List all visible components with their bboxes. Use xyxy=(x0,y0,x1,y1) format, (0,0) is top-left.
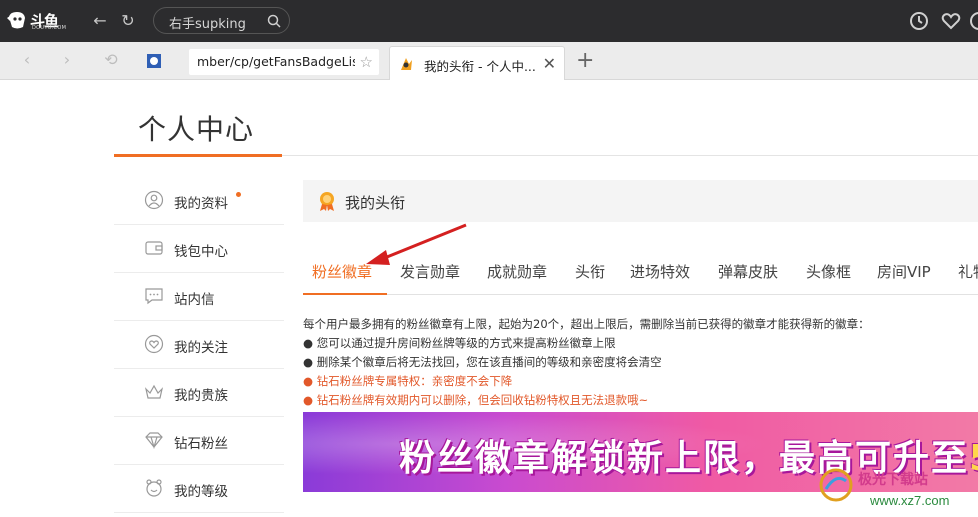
reload-icon[interactable]: ⟲ xyxy=(102,51,120,69)
search-input[interactable]: 右手supking xyxy=(169,13,246,32)
sidebar-item-nobility[interactable]: 我的贵族 xyxy=(114,369,284,417)
panel-header: 我的头衔 xyxy=(303,180,978,222)
browser-topbar: 斗鱼 DOUYU.COM ← ↻ 右手supking xyxy=(0,0,978,42)
logo-subtext: DOUYU.COM xyxy=(32,25,67,31)
rule-item: ● 删除某个徽章后将无法找回，您在该直播间的等级和亲密度将会清空 xyxy=(303,355,662,369)
search-box[interactable]: 右手supking xyxy=(153,7,290,34)
watermark-logo-icon xyxy=(819,468,853,502)
sidebar-item-diamond-fans[interactable]: 钻石粉丝 xyxy=(114,417,284,465)
tab-active[interactable]: 我的头衔 - 个人中... ✕ xyxy=(389,46,565,80)
douyu-logo-icon xyxy=(7,12,25,29)
sidebar-item-messages[interactable]: 站内信 xyxy=(114,273,284,321)
new-tab-icon[interactable]: + xyxy=(576,50,594,72)
tab-fan-badge[interactable]: 粉丝徽章 xyxy=(312,261,372,282)
message-icon xyxy=(145,288,163,305)
diamond-icon xyxy=(145,432,163,450)
sidebar-item-wallet[interactable]: 钱包中心 xyxy=(114,225,284,273)
page-title: 个人中心 xyxy=(138,113,255,146)
tab-speech-medal[interactable]: 发言勋章 xyxy=(400,261,460,282)
sidebar-item-profile[interactable]: 我的资料 xyxy=(114,177,284,225)
sidebar-item-label: 我的资料 xyxy=(174,196,228,212)
sidebar-item-label: 钻石粉丝 xyxy=(174,436,228,452)
level-icon xyxy=(146,479,162,497)
douyu-logo[interactable]: 斗鱼 DOUYU.COM xyxy=(6,8,66,32)
notification-dot xyxy=(236,192,241,197)
sidebar-item-label: 我的等级 xyxy=(174,484,228,500)
tab-favicon-icon xyxy=(401,58,412,70)
address-url[interactable]: mber/cp/getFansBadgeList xyxy=(197,54,355,69)
sidebar-item-label: 我的关注 xyxy=(174,340,228,356)
sidebar-item-label: 站内信 xyxy=(174,292,215,308)
rule-item-highlight: ● 钻石粉丝牌有效期内可以删除，但会回收钻粉特权且无法退款哦~ xyxy=(303,393,649,407)
watermark-text: 极光下载站 xyxy=(858,472,928,488)
tab-avatar-frame[interactable]: 头像框 xyxy=(806,261,851,282)
sidebar-item-level[interactable]: 我的等级 xyxy=(114,465,284,513)
user-icon xyxy=(144,190,164,210)
wallet-icon xyxy=(145,241,163,255)
active-tab-indicator xyxy=(303,293,387,295)
rule-item-highlight: ● 钻石粉丝牌专属特权：亲密度不会下降 xyxy=(303,374,513,388)
sidebar-item-follows[interactable]: 我的关注 xyxy=(114,321,284,369)
browser-tabbar: ‹ › ⟲ mber/cp/getFansBadgeList ☆ 我的头衔 - … xyxy=(0,42,978,80)
crown-icon xyxy=(144,384,164,399)
sidebar-item-label: 钱包中心 xyxy=(174,244,228,260)
medal-icon xyxy=(320,192,334,211)
back-icon[interactable]: ← xyxy=(90,11,110,31)
home-icon[interactable] xyxy=(145,52,163,70)
tab-title: 我的头衔 - 个人中... xyxy=(424,59,536,74)
heart-icon xyxy=(144,334,164,354)
refresh-icon[interactable]: ↻ xyxy=(118,11,138,31)
watermark: 极光下载站 www.xz7.com xyxy=(818,465,978,517)
rule-intro: 每个用户最多拥有的粉丝徽章有上限，起始为20个，超出上限后，需删除当前已获得的徽… xyxy=(303,317,870,331)
badge-tabs: 粉丝徽章 发言勋章 成就勋章 头衔 进场特效 弹幕皮肤 头像框 房间VIP 礼物 xyxy=(303,257,978,295)
address-bar[interactable]: mber/cp/getFansBadgeList ☆ xyxy=(189,49,379,75)
tab-danmaku-skin[interactable]: 弹幕皮肤 xyxy=(718,261,778,282)
search-icon[interactable] xyxy=(267,14,281,28)
watermark-url: www.xz7.com xyxy=(870,493,950,508)
close-icon[interactable]: ✕ xyxy=(543,54,556,73)
tab-achievement-medal[interactable]: 成就勋章 xyxy=(487,261,547,282)
heart-icon[interactable] xyxy=(940,10,962,32)
tab-gift[interactable]: 礼物 xyxy=(958,261,978,282)
download-icon[interactable] xyxy=(968,10,978,32)
nav-back-icon[interactable]: ‹ xyxy=(18,51,36,69)
nav-forward-icon[interactable]: › xyxy=(58,51,76,69)
sidebar: 我的资料 钱包中心 站内信 我的关注 我的贵族 钻石粉丝 我的等级 xyxy=(114,177,284,513)
star-icon[interactable]: ☆ xyxy=(360,53,373,71)
badge-rules: 每个用户最多拥有的粉丝徽章有上限，起始为20个，超出上限后，需删除当前已获得的徽… xyxy=(303,315,870,410)
rule-item: ● 您可以通过提升房间粉丝牌等级的方式来提高粉丝徽章上限 xyxy=(303,336,616,350)
panel-title: 我的头衔 xyxy=(345,194,406,212)
title-accent-bar xyxy=(114,154,282,157)
sidebar-item-label: 我的贵族 xyxy=(174,388,228,404)
history-icon[interactable] xyxy=(908,10,930,32)
tab-entrance-effect[interactable]: 进场特效 xyxy=(630,261,690,282)
tab-title[interactable]: 头衔 xyxy=(575,261,605,282)
tab-room-vip[interactable]: 房间VIP xyxy=(877,261,931,282)
